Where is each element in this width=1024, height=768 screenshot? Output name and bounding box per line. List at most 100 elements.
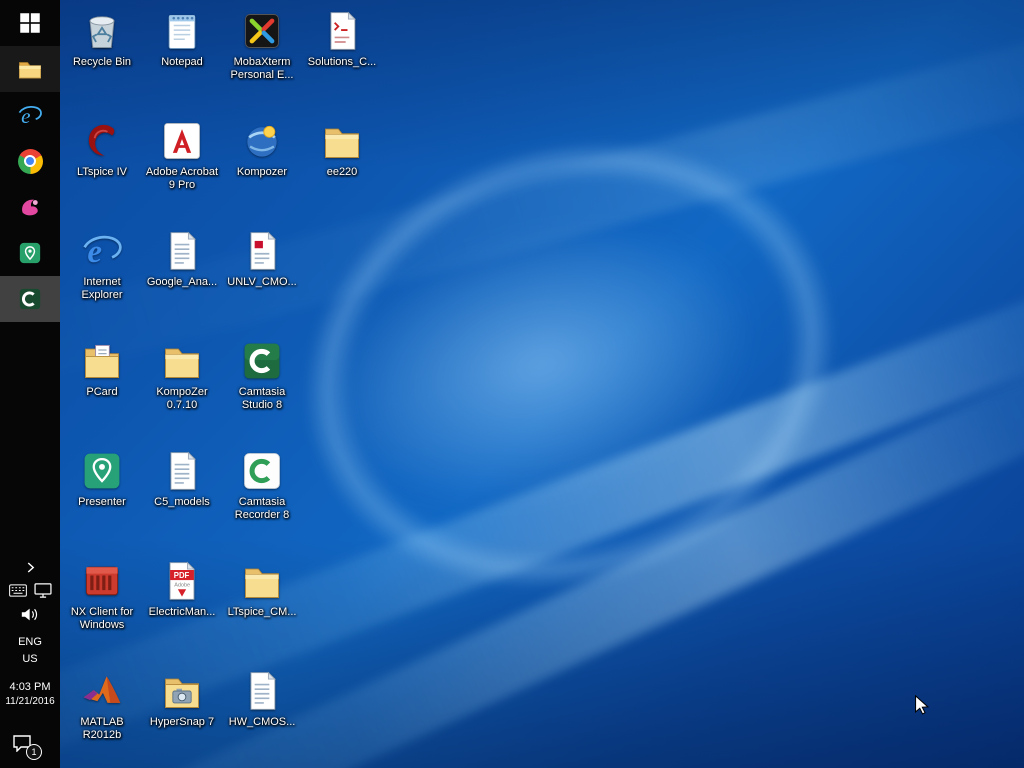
desktop-icon-ltspice-cm[interactable]: LTspice_CM... bbox=[222, 556, 302, 666]
tb-chrome-icon bbox=[18, 149, 43, 174]
desktop-icon-ltspice-iv[interactable]: LTspice IV bbox=[62, 116, 142, 226]
matlab-icon bbox=[79, 668, 125, 714]
doc-icon bbox=[239, 668, 285, 714]
camtasia-studio-icon bbox=[239, 338, 285, 384]
ltspice-icon bbox=[79, 118, 125, 164]
taskbar-file-explorer[interactable] bbox=[0, 46, 60, 92]
desktop-icon-notepad[interactable]: Notepad bbox=[142, 6, 222, 116]
desktop-icon-unlv-cmo[interactable]: UNLV_CMO... bbox=[222, 226, 302, 336]
desktop-wallpaper[interactable]: Recycle Bin LTspice IV e Internet Explor… bbox=[60, 0, 1024, 768]
desktop-icon-label: Notepad bbox=[161, 56, 203, 69]
language-indicator[interactable]: ENG US bbox=[18, 634, 42, 668]
desktop-icon-kompozer[interactable]: Kompozer bbox=[222, 116, 302, 226]
tb-camtasia-icon bbox=[17, 286, 43, 312]
desktop-icon-label: MATLAB R2012b bbox=[63, 716, 141, 742]
desktop-icon-label: MobaXterm Personal E... bbox=[223, 56, 301, 82]
desktop-icon-label: ee220 bbox=[327, 166, 358, 179]
desktop-icon-label: HyperSnap 7 bbox=[150, 716, 214, 729]
desktop-icon-hw-cmos[interactable]: HW_CMOS... bbox=[222, 666, 302, 768]
tb-ie-icon: e bbox=[17, 102, 43, 128]
clock[interactable]: 4:03 PM 11/21/2016 bbox=[5, 680, 54, 710]
nx-icon bbox=[79, 558, 125, 604]
desktop-icon-camtasia-studio-8[interactable]: Camtasia Studio 8 bbox=[222, 336, 302, 446]
folder-doc-icon bbox=[79, 338, 125, 384]
folder-icon bbox=[159, 338, 205, 384]
acrobat-icon bbox=[159, 118, 205, 164]
tb-folder-icon bbox=[17, 56, 43, 82]
display-icon[interactable] bbox=[34, 583, 52, 603]
desktop-icon-label: Presenter bbox=[78, 496, 126, 509]
desktop-icon-label: Google_Ana... bbox=[147, 276, 217, 289]
desktop-icon-nx-client-for-windows[interactable]: NX Client for Windows bbox=[62, 556, 142, 666]
tb-green-icon bbox=[17, 240, 43, 266]
desktop-icon-electricman[interactable]: PDF Adobe ElectricMan... bbox=[142, 556, 222, 666]
desktop-icon-label: ElectricMan... bbox=[149, 606, 216, 619]
action-center-button[interactable]: 1 bbox=[0, 728, 60, 762]
ie-icon: e bbox=[79, 228, 125, 274]
notification-badge: 1 bbox=[26, 744, 42, 760]
taskbar-chrome[interactable] bbox=[0, 138, 60, 184]
presenter-icon bbox=[79, 448, 125, 494]
folder-camera-icon bbox=[159, 668, 205, 714]
desktop-icon-label: C5_models bbox=[154, 496, 210, 509]
language-line2: US bbox=[18, 651, 42, 668]
desktop-icon-hypersnap-7[interactable]: HyperSnap 7 bbox=[142, 666, 222, 768]
desktop-icon-label: Internet Explorer bbox=[63, 276, 141, 302]
desktop-icon-label: UNLV_CMO... bbox=[227, 276, 296, 289]
recycle-bin-icon bbox=[79, 8, 125, 54]
desktop-icon-label: NX Client for Windows bbox=[63, 606, 141, 632]
language-line1: ENG bbox=[18, 634, 42, 651]
mobaxterm-icon bbox=[239, 8, 285, 54]
win-icon bbox=[17, 10, 43, 36]
desktop-icon-recycle-bin[interactable]: Recycle Bin bbox=[62, 6, 142, 116]
desktop-icon-label: HW_CMOS... bbox=[229, 716, 296, 729]
tb-media-icon bbox=[17, 194, 43, 220]
desktop-icon-c5-models[interactable]: C5_models bbox=[142, 446, 222, 556]
globe-icon bbox=[239, 118, 285, 164]
desktop-icon-presenter[interactable]: Presenter bbox=[62, 446, 142, 556]
desktop-icon-label: PCard bbox=[86, 386, 117, 399]
doc-red-lines-icon bbox=[319, 8, 365, 54]
desktop-icon-label: Kompozer bbox=[237, 166, 287, 179]
folder-icon bbox=[319, 118, 365, 164]
desktop-icon-grid: Recycle Bin LTspice IV e Internet Explor… bbox=[62, 6, 382, 768]
desktop-icon-label: KompoZer 0.7.10 bbox=[143, 386, 221, 412]
desktop-icon-mobaxterm-personal[interactable]: MobaXterm Personal E... bbox=[222, 6, 302, 116]
camtasia-recorder-icon bbox=[239, 448, 285, 494]
doc-icon bbox=[159, 448, 205, 494]
taskbar-camtasia[interactable] bbox=[0, 276, 60, 322]
desktop-icon-solutions-c[interactable]: Solutions_C... bbox=[302, 6, 382, 116]
desktop-icon-google-ana[interactable]: Google_Ana... bbox=[142, 226, 222, 336]
show-hidden-icons-button[interactable] bbox=[0, 560, 60, 580]
desktop-icon-adobe-acrobat-9-pro[interactable]: Adobe Acrobat 9 Pro bbox=[142, 116, 222, 226]
desktop-icon-label: Recycle Bin bbox=[73, 56, 131, 69]
svg-text:Adobe: Adobe bbox=[174, 583, 190, 589]
svg-text:PDF: PDF bbox=[174, 571, 190, 580]
clock-date: 11/21/2016 bbox=[5, 695, 54, 708]
desktop-icon-label: Camtasia Studio 8 bbox=[223, 386, 301, 412]
desktop-icon-ee220[interactable]: ee220 bbox=[302, 116, 382, 226]
doc-red-icon bbox=[239, 228, 285, 274]
speaker-icon bbox=[20, 607, 40, 627]
touch-keyboard-icon[interactable] bbox=[9, 584, 27, 602]
desktop-icon-label: Adobe Acrobat 9 Pro bbox=[143, 166, 221, 192]
desktop-icon-label: LTspice IV bbox=[77, 166, 127, 179]
taskbar-media-app[interactable] bbox=[0, 184, 60, 230]
notepad-icon bbox=[159, 8, 205, 54]
volume-button[interactable] bbox=[0, 606, 60, 628]
taskbar-internet-explorer[interactable]: e bbox=[0, 92, 60, 138]
system-tray: ENG US 4:03 PM 11/21/2016 1 bbox=[0, 560, 60, 768]
chevron-right-icon bbox=[26, 561, 35, 579]
taskbar-presenter-app[interactable] bbox=[0, 230, 60, 276]
taskbar-apps: e bbox=[0, 0, 60, 322]
desktop-icon-matlab-r2012b[interactable]: MATLAB R2012b bbox=[62, 666, 142, 768]
desktop-screen: Recycle Bin LTspice IV e Internet Explor… bbox=[0, 0, 1024, 768]
clock-time: 4:03 PM bbox=[5, 680, 54, 695]
mouse-cursor bbox=[911, 694, 933, 716]
desktop-icon-internet-explorer[interactable]: e Internet Explorer bbox=[62, 226, 142, 336]
taskbar-start-button[interactable] bbox=[0, 0, 60, 46]
desktop-icon-kompozer-0710[interactable]: KompoZer 0.7.10 bbox=[142, 336, 222, 446]
desktop-icon-camtasia-recorder-8[interactable]: Camtasia Recorder 8 bbox=[222, 446, 302, 556]
desktop-icon-pcard[interactable]: PCard bbox=[62, 336, 142, 446]
taskbar: e bbox=[0, 0, 60, 768]
